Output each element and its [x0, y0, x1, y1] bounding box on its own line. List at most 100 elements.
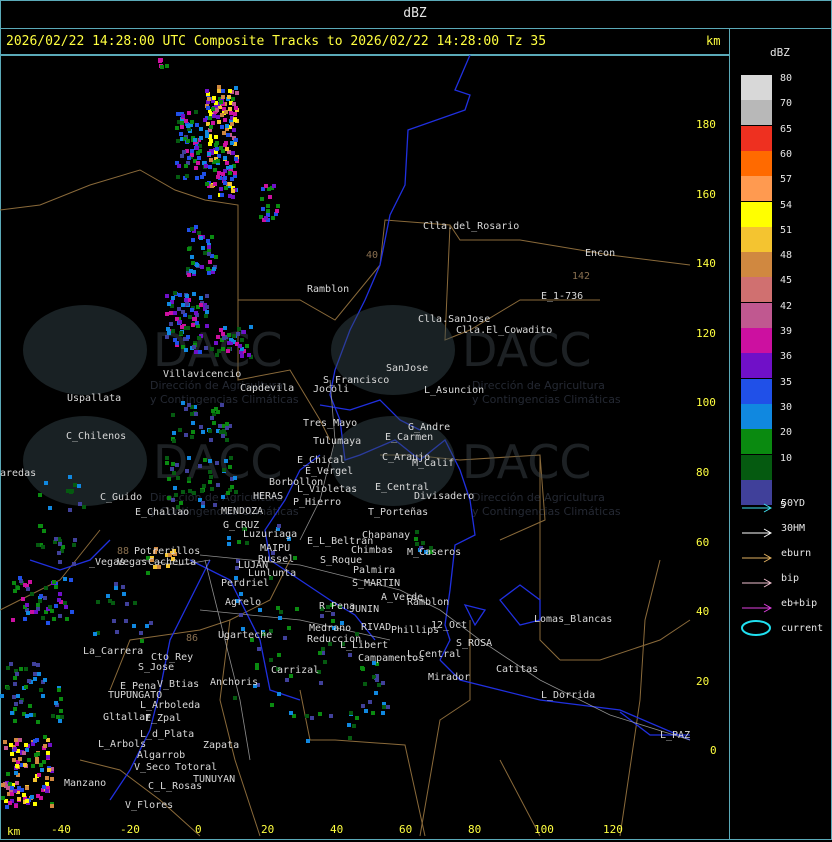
watermark-line: y Contingencias Climáticas	[472, 505, 621, 518]
place-label: Uspallata	[67, 393, 121, 404]
echo-cell	[245, 344, 249, 348]
echo-cell	[46, 755, 50, 759]
echo-cell	[228, 89, 232, 93]
echo-cell	[237, 327, 241, 331]
echo-cell	[179, 501, 183, 505]
color-level-label: 10	[780, 452, 793, 464]
echo-cell	[22, 751, 26, 755]
product-title: 2026/02/22 14:28:00 UTC Composite Tracks…	[6, 34, 547, 49]
place-label: Perdriel	[221, 578, 269, 589]
echo-cell	[222, 468, 226, 472]
echo-cell	[374, 691, 378, 695]
place-label: Zapata	[203, 740, 239, 751]
echo-cell	[205, 294, 209, 298]
echo-cell	[66, 489, 70, 493]
color-level-label: 51	[780, 224, 793, 236]
echo-cell	[363, 682, 367, 686]
echo-cell	[216, 335, 220, 339]
echo-cell	[140, 639, 144, 643]
echo-cell	[194, 311, 198, 315]
place-label: MENDOZA	[221, 506, 263, 517]
echo-cell	[190, 255, 194, 259]
color-level-label: 35	[780, 376, 793, 388]
echo-cell	[202, 484, 206, 488]
echo-cell	[170, 467, 174, 471]
echo-cell	[43, 678, 47, 682]
color-level-label: 80	[780, 73, 793, 84]
echo-cell	[58, 719, 62, 723]
echo-cell	[185, 469, 189, 473]
echo-cell	[16, 694, 20, 698]
echo-cell	[331, 612, 335, 616]
echo-cell	[211, 409, 215, 413]
echo-cell	[197, 156, 201, 160]
place-label: Luzuriaga	[243, 529, 297, 540]
echo-cell	[23, 763, 27, 767]
echo-cell	[171, 462, 175, 466]
track-label: 50YD	[781, 498, 806, 509]
echo-cell	[3, 740, 7, 744]
echo-cell	[228, 171, 232, 175]
echo-cell	[277, 524, 281, 528]
echo-cell	[115, 630, 119, 634]
echo-cell	[215, 147, 219, 151]
place-label: S_ROSA	[456, 638, 492, 649]
watermark-line: y Contingencias Climáticas	[472, 393, 621, 406]
echo-cell	[230, 141, 234, 145]
echo-cell	[226, 491, 230, 495]
echo-cell	[225, 161, 229, 165]
echo-cell	[1, 783, 5, 787]
place-label: RIVAD	[361, 622, 391, 633]
echo-cell	[249, 325, 253, 329]
place-label: Clla.del_Rosario	[423, 221, 519, 232]
echo-cell	[222, 336, 226, 340]
echo-cell	[227, 341, 231, 345]
echo-cell	[208, 459, 212, 463]
echo-cell	[199, 127, 203, 131]
place-label: MAIPU	[260, 543, 290, 554]
echo-cell	[261, 207, 265, 211]
echo-cell	[47, 768, 51, 772]
echo-cell	[190, 149, 194, 153]
echo-cell	[219, 430, 223, 434]
echo-cell	[212, 114, 216, 118]
echo-cell	[190, 412, 194, 416]
echo-cell	[69, 578, 73, 582]
echo-cell	[197, 336, 201, 340]
echo-cell	[12, 758, 16, 762]
place-label: E_Carmen	[385, 432, 433, 443]
place-label: Carrizal	[271, 665, 319, 676]
echo-cell	[72, 562, 76, 566]
track-arrow-icon	[740, 498, 774, 513]
echo-cell	[178, 428, 182, 432]
echo-cell	[122, 592, 126, 596]
echo-cell	[199, 296, 203, 300]
echo-cell	[165, 64, 169, 68]
place-label: Tres_Mayo	[303, 418, 357, 429]
place-label: 86	[186, 633, 198, 644]
echo-cell	[111, 601, 115, 605]
echo-cell	[360, 666, 364, 670]
echo-cell	[225, 426, 229, 430]
radar-map[interactable]: DACC DACC DACC DACC Dirección de Agricul…	[0, 55, 727, 837]
echo-cell	[181, 310, 185, 314]
place-label: E_Chical	[297, 455, 345, 466]
echo-cell	[227, 333, 231, 337]
echo-cell	[149, 621, 153, 625]
y-tick-label: 40	[696, 605, 710, 619]
echo-cell	[199, 425, 203, 429]
echo-cell	[50, 777, 54, 781]
echo-cell	[217, 349, 221, 353]
echo-cell	[223, 176, 227, 180]
echo-cell	[180, 121, 184, 125]
echo-cell	[187, 477, 191, 481]
echo-cell	[28, 580, 32, 584]
echo-cell	[236, 332, 240, 336]
echo-cell	[24, 667, 28, 671]
echo-cell	[124, 619, 128, 623]
echo-cell	[230, 177, 234, 181]
echo-cell	[33, 802, 37, 806]
echo-cell	[180, 325, 184, 329]
place-label: Jocoli	[313, 384, 349, 395]
echo-cell	[216, 175, 220, 179]
